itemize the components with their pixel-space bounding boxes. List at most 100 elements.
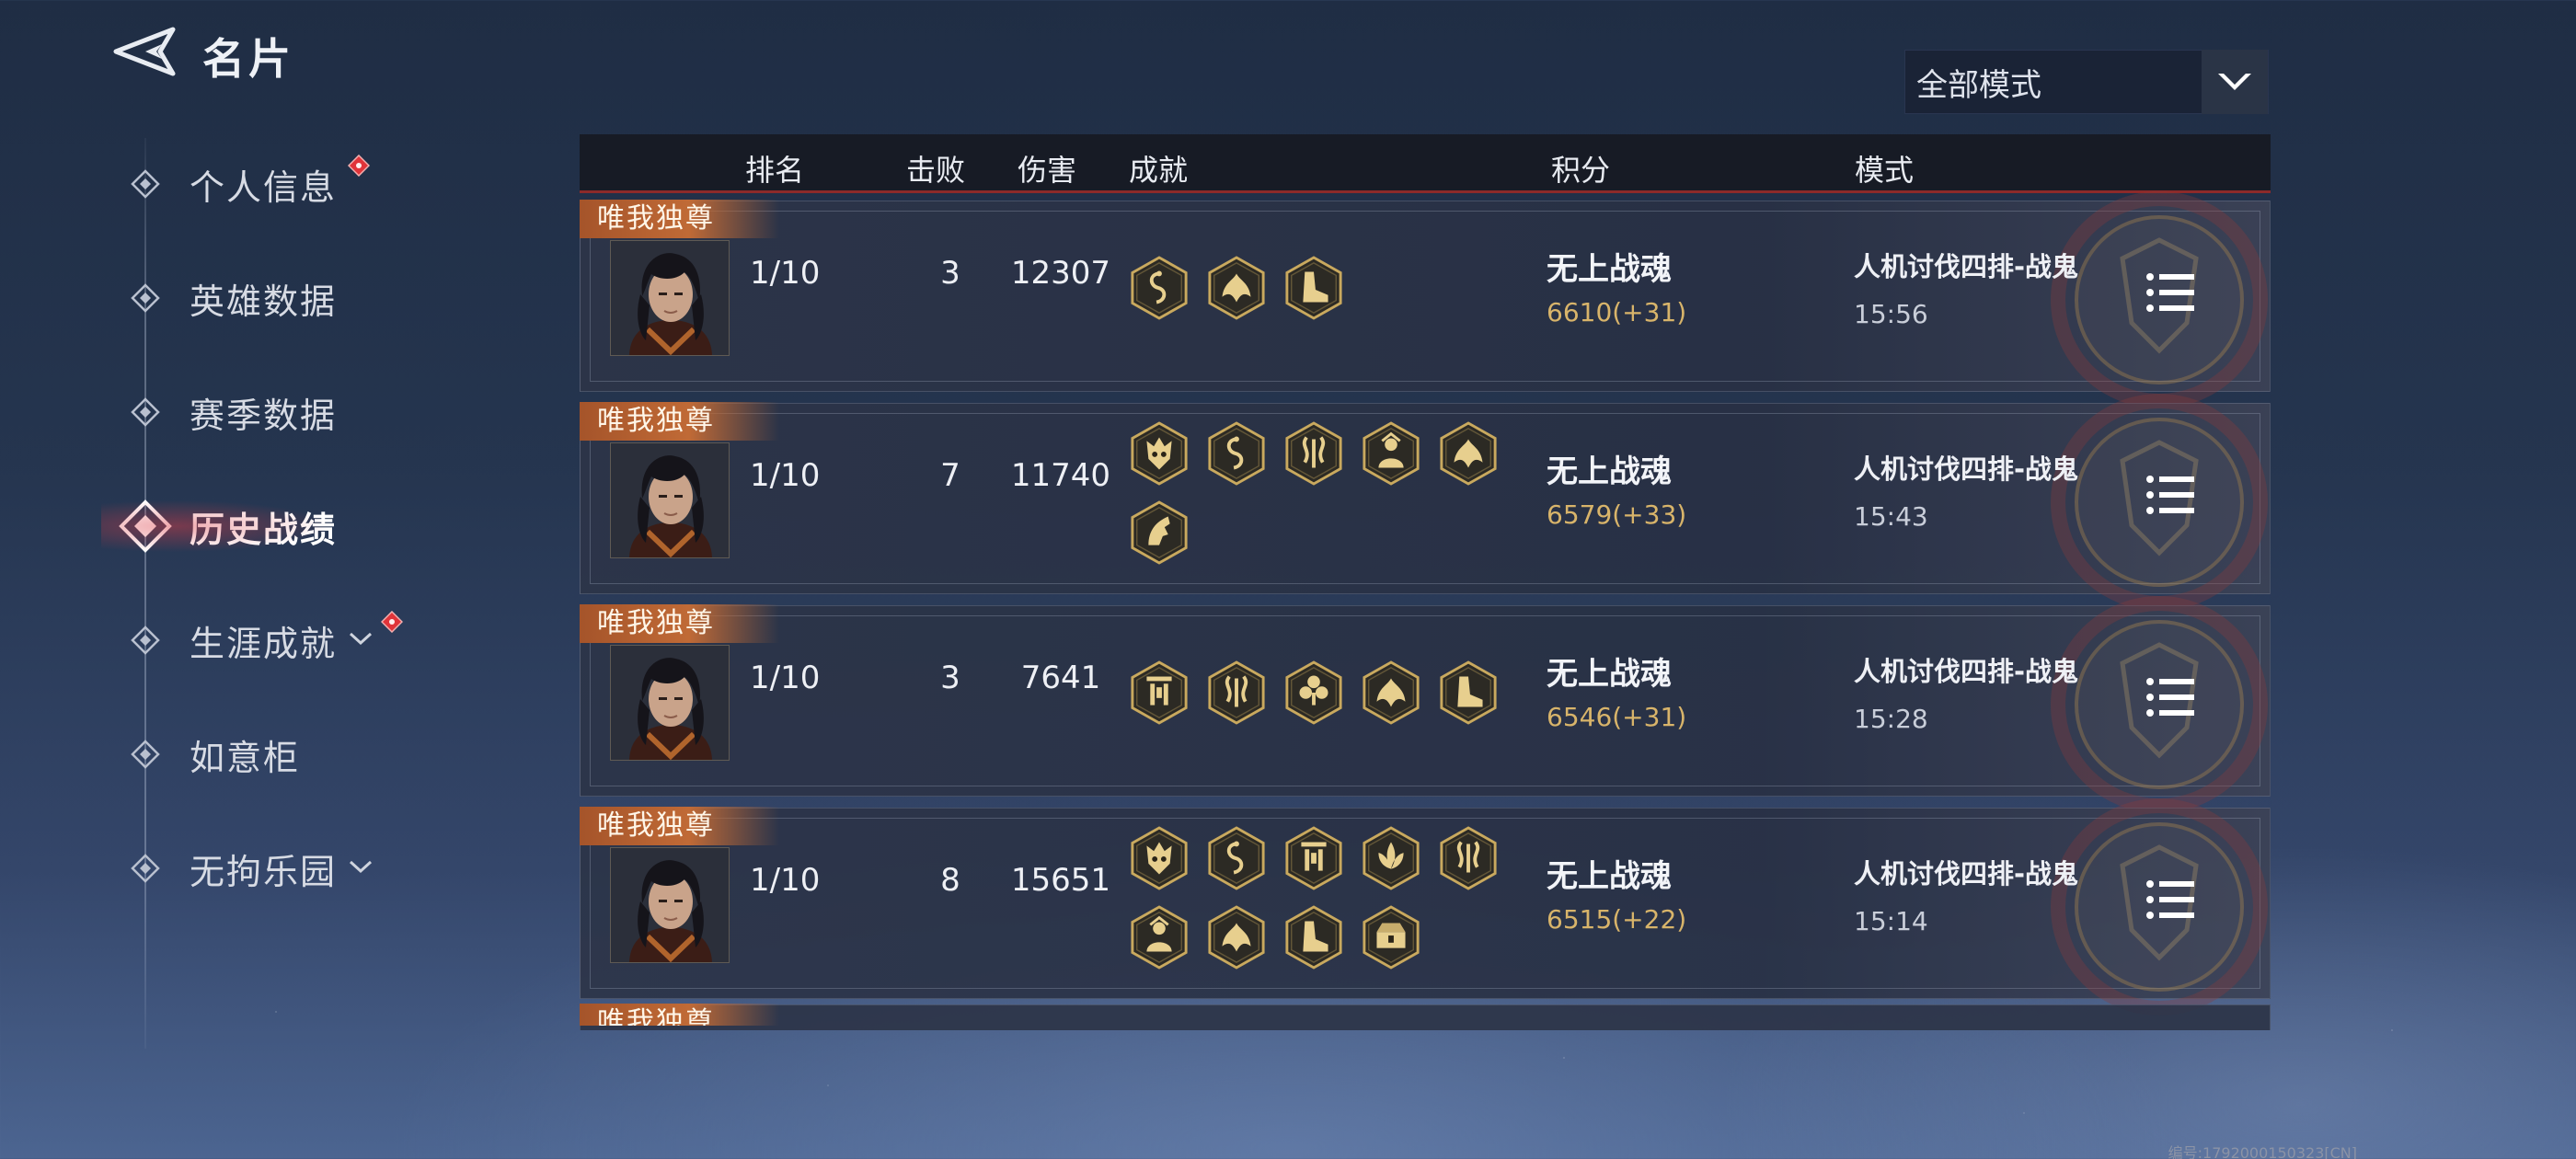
sidebar-item-0[interactable]: 个人信息: [101, 147, 488, 221]
column-header-rank: 排名: [745, 153, 805, 188]
match-time: 15:14: [1854, 906, 1928, 936]
table-row[interactable]: 唯我独尊 1/10 3 7641 无上战魂 6546(+31) 人机讨伐四排-战鬼 15:28: [580, 596, 2271, 813]
page-title: 名片: [202, 34, 294, 84]
lotus-icon[interactable]: [1361, 825, 1421, 891]
horse-icon[interactable]: [1129, 499, 1190, 566]
kills-value: 8: [940, 862, 960, 899]
mode-name: 人机讨伐四排-战鬼: [1854, 858, 2079, 889]
mode-filter-dropdown[interactable]: 全部模式: [1904, 50, 2269, 114]
score-value: 6610(+31): [1547, 297, 1687, 327]
club-flower-icon[interactable]: [1283, 660, 1344, 726]
rank-badge: 唯我独尊: [580, 402, 779, 441]
serpent-icon[interactable]: [1206, 825, 1267, 891]
avatar: [610, 847, 730, 963]
sidebar-item-6[interactable]: 无拘乐园: [101, 832, 488, 905]
notification-dot-icon: [380, 610, 404, 634]
table-row[interactable]: 唯我独尊 1/10 7 11740 无上战魂 6579(+33) 人机讨伐四排-战鬼 15:4…: [580, 394, 2271, 611]
phoenix-icon[interactable]: [1438, 420, 1499, 487]
column-header-damage: 伤害: [1018, 153, 1077, 188]
damage-value: 11740: [1010, 457, 1111, 494]
sidebar-item-label: 如意柜: [190, 737, 301, 778]
boot-icon[interactable]: [1438, 660, 1499, 726]
details-list-icon[interactable]: [2145, 270, 2196, 316]
serpent-icon[interactable]: [1129, 255, 1190, 321]
details-list-icon[interactable]: [2145, 877, 2196, 923]
back-arrow-icon[interactable]: [109, 26, 178, 77]
match-time: 15:43: [1854, 501, 1928, 532]
achievement-list: [1129, 420, 1534, 566]
chevron-down-icon[interactable]: [2202, 50, 2268, 114]
twin-dragon-icon[interactable]: [1438, 825, 1499, 891]
rank-badge: 唯我独尊: [580, 200, 779, 238]
kills-value: 3: [940, 255, 960, 292]
match-time: 15:56: [1854, 299, 1928, 329]
sidebar-item-label: 历史战绩: [190, 509, 338, 550]
diamond-icon: [101, 396, 190, 428]
avatar: [610, 442, 730, 558]
diamond-icon: [101, 282, 190, 314]
diamond-icon: [101, 853, 190, 884]
column-header-mode: 模式: [1855, 153, 1915, 188]
diamond-icon: [101, 625, 190, 656]
achievement-list: [1129, 660, 1534, 726]
diamond-icon: [101, 499, 190, 554]
column-header-kills: 击败: [906, 153, 966, 188]
boot-icon[interactable]: [1283, 255, 1344, 321]
boot-icon[interactable]: [1283, 904, 1344, 970]
sidebar-item-label: 无拘乐园: [190, 851, 338, 892]
match-history-table: 排名 击败 伤害 成就 积分 模式 唯我独尊 1/10 3 12307 无上战魂 6610…: [580, 134, 2271, 1030]
table-row[interactable]: 唯我独尊 1/10 8 15651 无上战魂 6515(+22) 人机讨伐四排-战鬼 15:1…: [580, 798, 2271, 1016]
details-list-icon[interactable]: [2145, 674, 2196, 720]
mode-name: 人机讨伐四排-战鬼: [1854, 251, 2079, 282]
score-title: 无上战魂: [1547, 453, 1672, 490]
damage-value: 15651: [1010, 862, 1111, 899]
mode-name: 人机讨伐四排-战鬼: [1854, 453, 2079, 485]
chevron-down-icon: [348, 629, 374, 651]
twin-dragon-icon[interactable]: [1283, 420, 1344, 487]
gate-icon[interactable]: [1129, 660, 1190, 726]
kills-value: 3: [940, 660, 960, 696]
diamond-icon: [101, 739, 190, 770]
rank-value: 1/10: [750, 457, 821, 494]
sidebar-item-label: 英雄数据: [190, 281, 338, 322]
damage-value: 12307: [1010, 255, 1111, 292]
chest-icon[interactable]: [1361, 904, 1421, 970]
kills-value: 7: [940, 457, 960, 494]
damage-value: 7641: [1020, 660, 1101, 696]
diamond-icon: [101, 168, 190, 200]
demon-mask-icon[interactable]: [1129, 420, 1190, 487]
score-title: 无上战魂: [1547, 656, 1672, 693]
achievement-list: [1129, 255, 1534, 321]
sidebar-item-3[interactable]: 历史战绩: [101, 489, 488, 563]
details-list-icon[interactable]: [2145, 472, 2196, 518]
column-header-achievements: 成就: [1129, 153, 1189, 188]
player-id-text: 编号:1792000150323[CN]: [2168, 1144, 2357, 1159]
rank-badge: 唯我独尊: [580, 807, 779, 845]
guardian-icon[interactable]: [1129, 904, 1190, 970]
rank-badge: 唯我独尊: [580, 1004, 779, 1026]
phoenix-icon[interactable]: [1361, 660, 1421, 726]
rank-value: 1/10: [750, 660, 821, 696]
rank-value: 1/10: [750, 255, 821, 292]
table-row[interactable]: 唯我独尊 1/10 3 12307 无上战魂 6610(+31) 人机讨伐四排-战鬼 15:5…: [580, 191, 2271, 408]
phoenix-icon[interactable]: [1206, 255, 1267, 321]
table-header: 排名 击败 伤害 成就 积分 模式: [580, 134, 2271, 193]
achievement-list: [1129, 825, 1534, 970]
sidebar-item-5[interactable]: 如意柜: [101, 717, 488, 791]
sidebar-item-2[interactable]: 赛季数据: [101, 375, 488, 449]
avatar: [610, 645, 730, 761]
score-value: 6546(+31): [1547, 702, 1687, 732]
serpent-icon[interactable]: [1206, 420, 1267, 487]
mode-name: 人机讨伐四排-战鬼: [1854, 656, 2079, 687]
guardian-icon[interactable]: [1361, 420, 1421, 487]
sidebar-item-1[interactable]: 英雄数据: [101, 261, 488, 335]
demon-mask-icon[interactable]: [1129, 825, 1190, 891]
gate-icon[interactable]: [1283, 825, 1344, 891]
table-row-partial[interactable]: 唯我独尊: [580, 1004, 2271, 1030]
twin-dragon-icon[interactable]: [1206, 660, 1267, 726]
score-value: 6515(+22): [1547, 904, 1687, 935]
notification-dot-icon: [347, 154, 371, 178]
rank-badge: 唯我独尊: [580, 604, 779, 643]
sidebar-item-4[interactable]: 生涯成就: [101, 603, 488, 677]
phoenix-icon[interactable]: [1206, 904, 1267, 970]
